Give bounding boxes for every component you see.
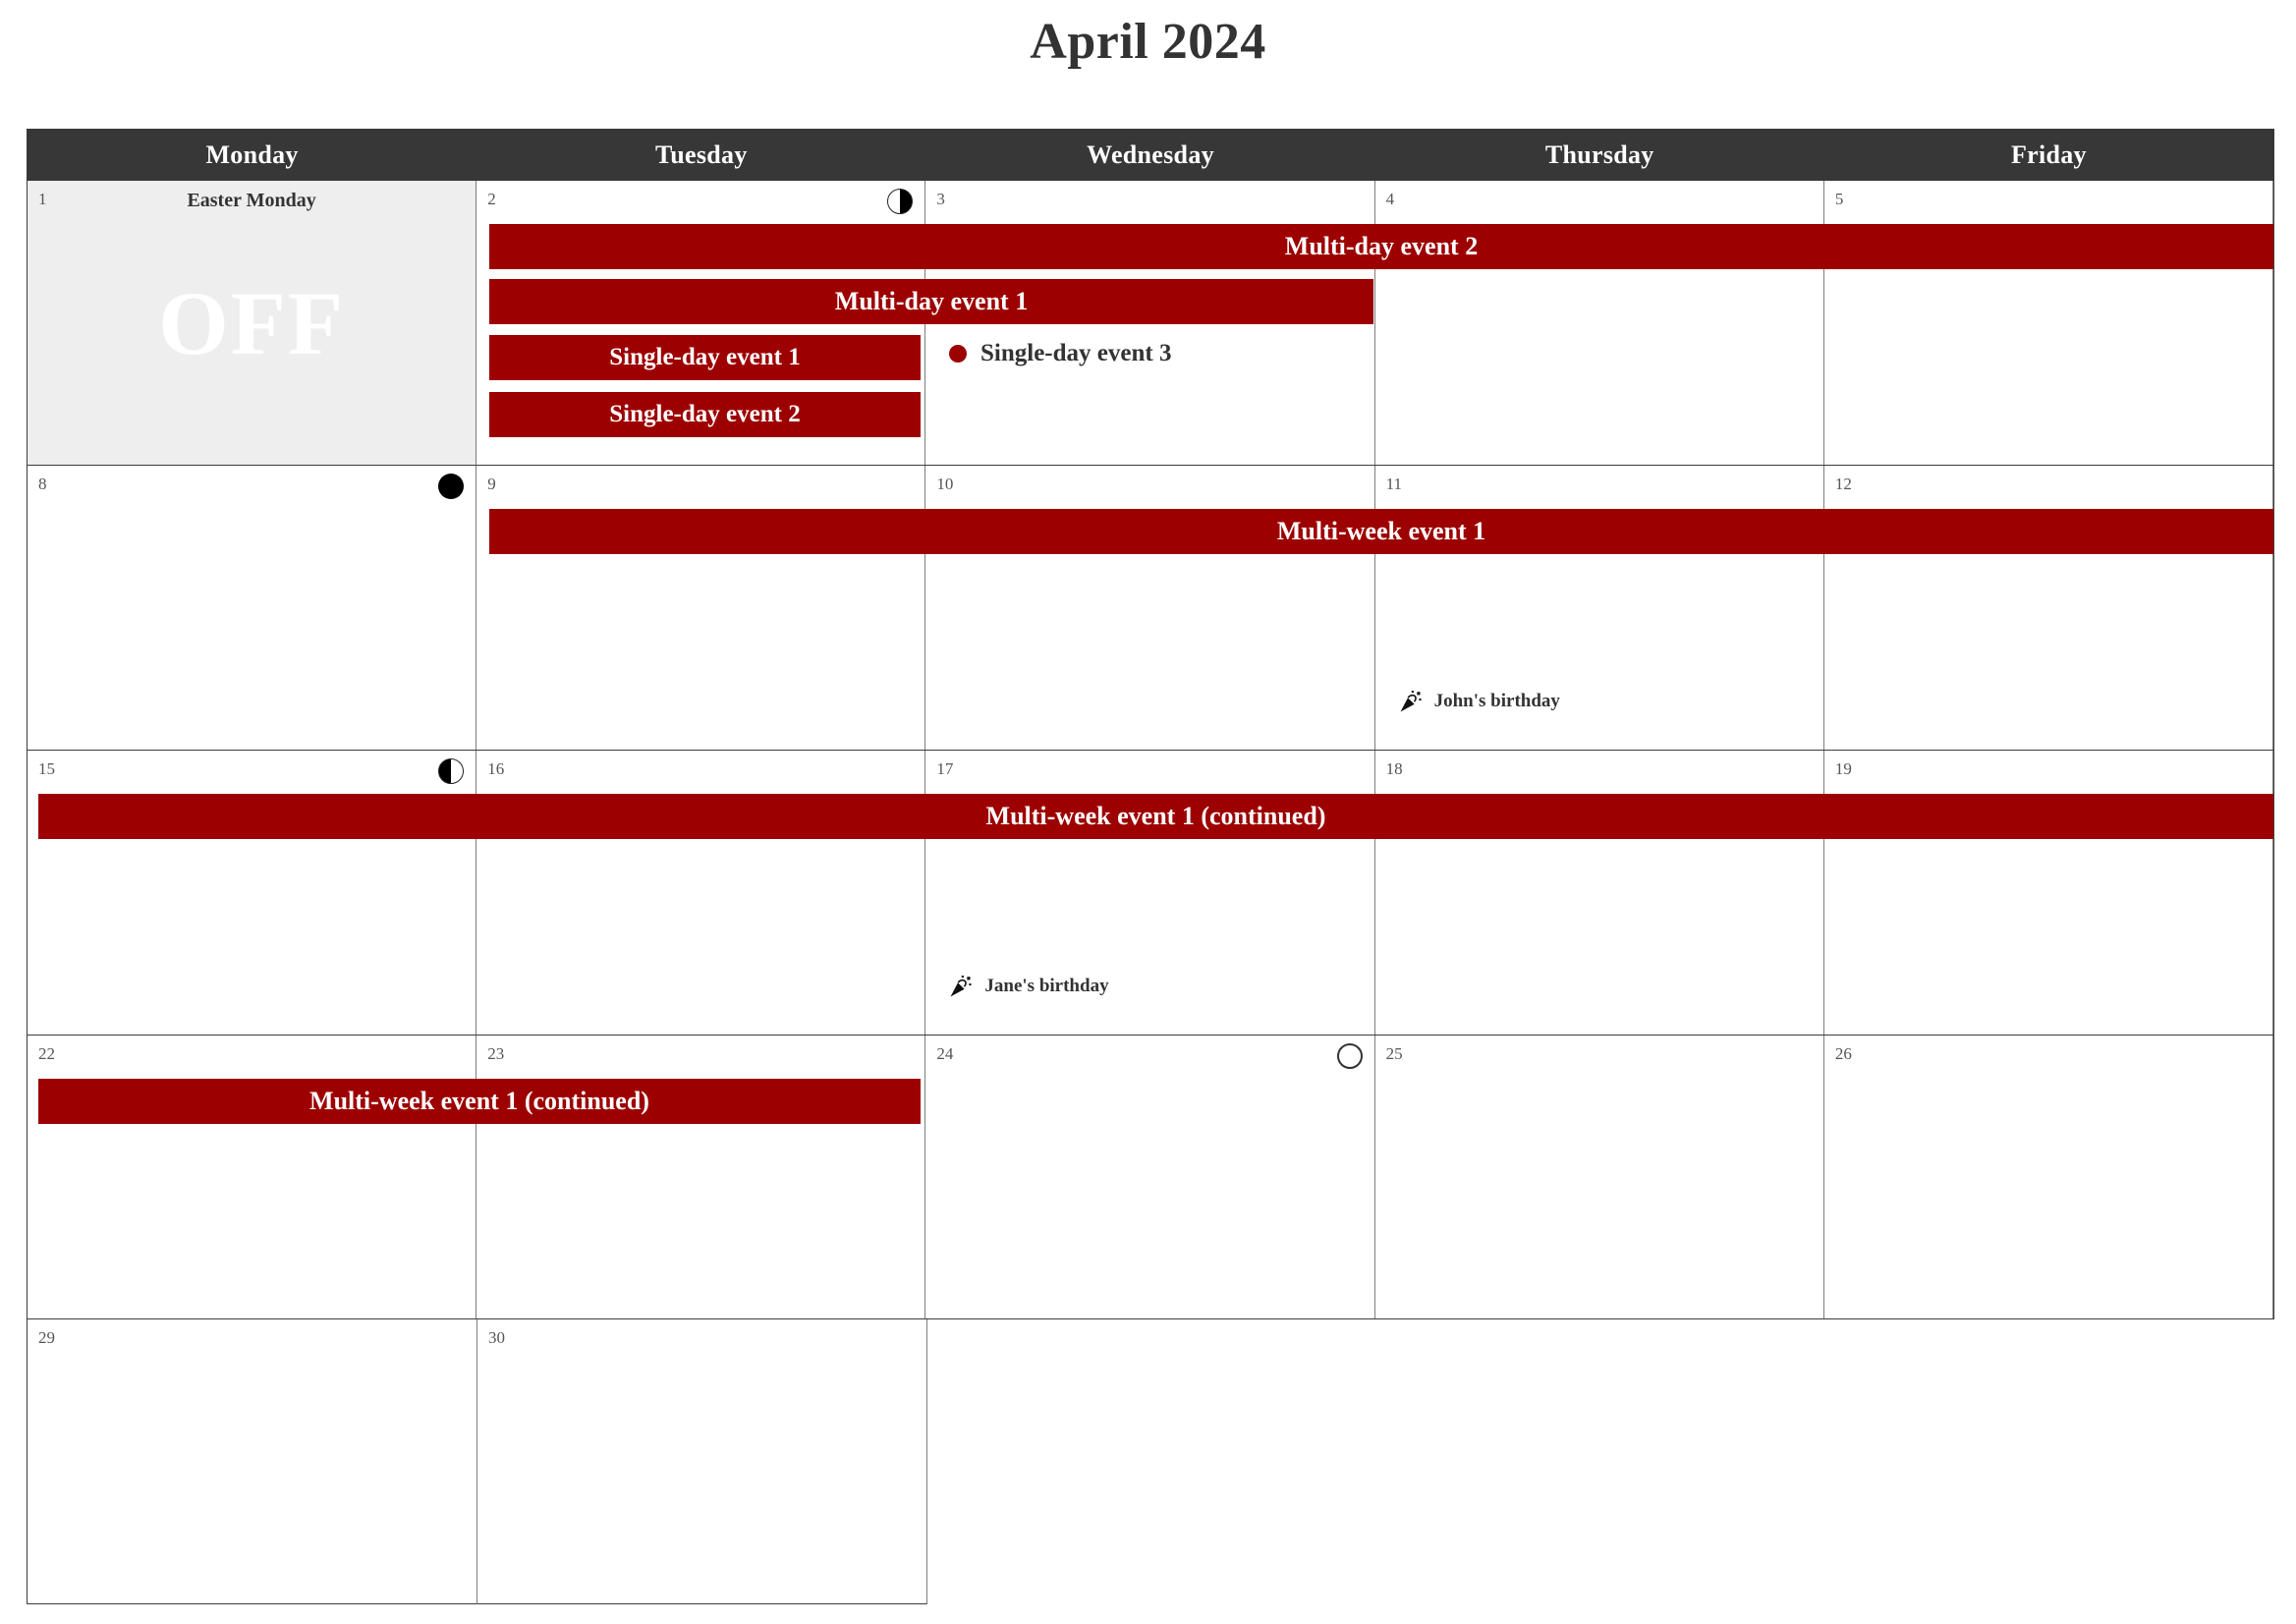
birthday-label: Jane's birthday <box>984 976 1109 996</box>
event-bar-single-day-event-2[interactable]: Single-day event 2 <box>489 392 921 437</box>
day-number: 9 <box>487 475 496 493</box>
event-bar-multi-day-event-1[interactable]: Multi-day event 1 <box>489 279 1373 324</box>
day-number: 23 <box>487 1044 505 1063</box>
day-number: 29 <box>38 1328 55 1347</box>
birthday-john[interactable]: John's birthday <box>1399 690 1560 713</box>
day-cell-29[interactable]: 29 <box>27 1319 477 1604</box>
day-number: 4 <box>1385 190 1395 208</box>
first-quarter-moon-icon <box>438 758 465 784</box>
day-cell-26[interactable]: 26 <box>1823 1036 2274 1318</box>
weekday-header-friday: Friday <box>2010 140 2087 169</box>
day-cell-empty-thursday <box>1376 1319 1825 1604</box>
week-row: 29 30 <box>27 1319 2274 1604</box>
day-cell-8[interactable]: 8 <box>28 466 477 750</box>
new-moon-icon <box>438 474 465 499</box>
weekday-header-wednesday: Wednesday <box>1087 140 1214 169</box>
weekday-header-tuesday: Tuesday <box>654 140 748 169</box>
event-dot-icon <box>949 345 967 363</box>
weekday-header-row: Monday Tuesday Wednesday Thursday Friday <box>27 129 2274 181</box>
day-number: 3 <box>936 190 945 208</box>
day-cell-1[interactable]: 1 Easter Monday OFF <box>28 181 477 465</box>
day-cell-empty-wednesday <box>927 1319 1376 1604</box>
day-cell-25[interactable]: 25 <box>1374 1036 1824 1318</box>
day-number: 26 <box>1834 1044 1852 1063</box>
birthday-label: John's birthday <box>1433 691 1560 711</box>
event-bar-multi-week-event-1-continued[interactable]: Multi-week event 1 (continued) <box>38 794 2273 839</box>
day-number: 10 <box>936 475 954 493</box>
day-number: 30 <box>488 1328 505 1347</box>
off-watermark: OFF <box>158 272 346 373</box>
party-popper-icon <box>1400 691 1422 712</box>
last-quarter-moon-icon <box>887 189 914 214</box>
day-number: 16 <box>487 759 505 778</box>
page-title: April 2024 <box>1030 14 1266 70</box>
holiday-label: Easter Monday <box>187 190 316 211</box>
day-number: 2 <box>487 190 496 208</box>
weekday-header-monday: Monday <box>205 140 299 169</box>
week-row: 22 23 24 25 26 Multi-week event 1 (conti… <box>27 1036 2274 1319</box>
event-bar-multi-day-event-2[interactable]: Multi-day event 2 <box>489 224 2273 269</box>
day-number: 25 <box>1385 1044 1403 1063</box>
day-cell-30[interactable]: 30 <box>477 1319 927 1604</box>
event-single-day-event-3[interactable]: Single-day event 3 <box>949 340 1171 367</box>
birthday-jane[interactable]: Jane's birthday <box>949 975 1109 998</box>
weekday-header-thursday: Thursday <box>1544 140 1654 169</box>
day-number: 5 <box>1834 190 1844 208</box>
event-bar-multi-week-event-1-continued[interactable]: Multi-week event 1 (continued) <box>38 1079 921 1124</box>
day-number: 24 <box>936 1044 954 1063</box>
day-number: 17 <box>936 759 954 778</box>
day-number: 11 <box>1385 475 1402 493</box>
party-popper-icon <box>950 976 972 997</box>
week-row: 15 16 17 Jane's birthday 18 19 Multi-wee… <box>27 751 2274 1036</box>
day-number: 18 <box>1385 759 1403 778</box>
week-row: 8 9 10 11 John's birthday 12 Multi-week … <box>27 466 2274 751</box>
day-number: 19 <box>1834 759 1852 778</box>
day-number: 8 <box>38 475 47 493</box>
event-bar-multi-week-event-1[interactable]: Multi-week event 1 <box>489 509 2273 554</box>
day-number: 12 <box>1834 475 1852 493</box>
calendar-page: April 2024 Monday Tuesday Wednesday Thur… <box>0 0 2296 1624</box>
day-cell-empty-friday <box>1825 1319 2274 1604</box>
full-moon-icon <box>1336 1043 1363 1069</box>
day-cell-24[interactable]: 24 <box>925 1036 1375 1318</box>
week-row: 1 Easter Monday OFF 2 3 4 5 Multi-day ev… <box>27 181 2274 466</box>
day-number: 15 <box>38 759 55 778</box>
day-number: 22 <box>38 1044 55 1063</box>
event-label: Single-day event 3 <box>980 340 1172 366</box>
calendar-grid: Monday Tuesday Wednesday Thursday Friday… <box>27 129 2274 1604</box>
event-bar-single-day-event-1[interactable]: Single-day event 1 <box>489 335 921 380</box>
